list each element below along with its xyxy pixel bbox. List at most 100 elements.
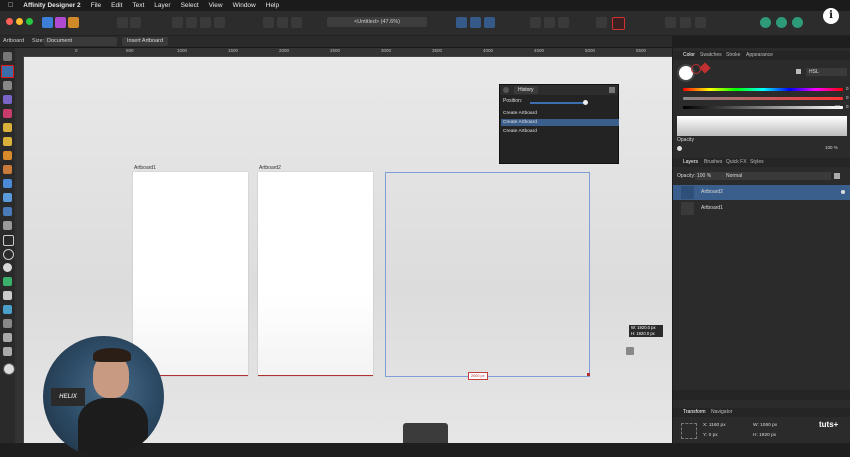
guides-icon[interactable]: [214, 17, 225, 28]
lightness-value[interactable]: 0: [846, 104, 849, 109]
apple-icon[interactable]: : [8, 2, 13, 9]
move-tool-icon[interactable]: [3, 52, 12, 61]
tab-quick-fx[interactable]: Quick FX: [726, 159, 747, 165]
layer-row-selected[interactable]: Artboard2: [673, 185, 850, 200]
geometry-icon[interactable]: [612, 17, 625, 30]
close-window-icon[interactable]: [6, 18, 13, 25]
opacity-slider-knob[interactable]: [677, 146, 682, 151]
crop-tool-icon[interactable]: [3, 221, 12, 230]
size-dropdown[interactable]: Document: [44, 37, 117, 46]
rectangle-tool-icon[interactable]: [3, 235, 14, 246]
tab-layers[interactable]: Layers: [683, 159, 698, 165]
designer-persona-icon[interactable]: [42, 17, 53, 28]
tab-appearance[interactable]: Appearance: [746, 52, 773, 58]
transform-w[interactable]: W: 1060 px: [753, 423, 777, 428]
artboard-tool-icon[interactable]: [1, 65, 14, 78]
arrange-icon[interactable]: [596, 17, 607, 28]
export-persona-icon[interactable]: [68, 17, 79, 28]
insert-artboard-button[interactable]: Insert Artboard: [122, 37, 168, 46]
snapping-icon[interactable]: [130, 17, 141, 28]
saturation-value[interactable]: 0: [846, 95, 849, 100]
history-item-selected[interactable]: Create Artboard: [501, 119, 619, 126]
history-item[interactable]: Create Artboard: [501, 128, 619, 135]
tab-brushes[interactable]: Brushes: [704, 159, 722, 165]
gradient-tool-icon[interactable]: [3, 193, 12, 202]
hue-slider[interactable]: [683, 88, 843, 91]
boolean-subtract-icon[interactable]: [544, 17, 555, 28]
grid-icon[interactable]: [200, 17, 211, 28]
lightness-slider[interactable]: [683, 106, 843, 109]
history-position-slider[interactable]: [530, 102, 586, 104]
corner-tool-icon[interactable]: [3, 109, 12, 118]
boolean-add-icon[interactable]: [530, 17, 541, 28]
menu-layer[interactable]: Layer: [154, 2, 170, 9]
snapping-options-icon[interactable]: [776, 17, 787, 28]
panel-menu-icon[interactable]: [609, 87, 615, 93]
align-icon[interactable]: [172, 17, 183, 28]
settings-icon[interactable]: [117, 17, 128, 28]
flip-horizontal-icon[interactable]: [665, 17, 676, 28]
ellipse-tool-icon[interactable]: [3, 249, 14, 260]
bottom-center-button[interactable]: [403, 423, 448, 443]
color-mode-dropdown[interactable]: HSL: [806, 68, 847, 76]
artboard2[interactable]: [258, 172, 373, 376]
menu-edit[interactable]: Edit: [111, 2, 122, 9]
menu-view[interactable]: View: [209, 2, 223, 9]
paint-brush-tool-icon[interactable]: [3, 165, 12, 174]
document-title-tab[interactable]: <Untitled> (47.6%): [327, 17, 427, 27]
transform-y-value[interactable]: 0 px: [709, 433, 718, 438]
transform-w-value[interactable]: 1060 px: [760, 423, 777, 428]
menu-app-name[interactable]: Affinity Designer 2: [23, 2, 80, 9]
history-item[interactable]: Create Artboard: [501, 110, 619, 117]
artboard1[interactable]: [133, 172, 248, 376]
layer-row[interactable]: Artboard1: [673, 201, 850, 216]
transform-y[interactable]: Y: 0 px: [703, 433, 718, 438]
menu-text[interactable]: Text: [132, 2, 144, 9]
anchor-selector-icon[interactable]: [681, 423, 697, 439]
blend-mode-dropdown[interactable]: Normal: [723, 172, 831, 180]
transform-x-value[interactable]: 1160 px: [709, 423, 726, 428]
tab-color[interactable]: Color: [683, 52, 695, 58]
minimize-window-icon[interactable]: [16, 18, 23, 25]
pixel-persona-icon[interactable]: [55, 17, 66, 28]
transform-h[interactable]: H: 1920 px: [753, 433, 776, 438]
insertion-inside-icon[interactable]: [484, 17, 495, 28]
opacity-value[interactable]: 100 %: [825, 145, 838, 150]
tab-styles[interactable]: Styles: [750, 159, 764, 165]
maximize-window-icon[interactable]: [26, 18, 33, 25]
flip-vertical-icon[interactable]: [680, 17, 691, 28]
tab-stroke[interactable]: Stroke: [726, 52, 740, 58]
view-mode-icon[interactable]: [263, 17, 274, 28]
layer-settings-icon[interactable]: [834, 173, 840, 179]
outline-view-icon[interactable]: [277, 17, 288, 28]
layers-opacity-field[interactable]: 100 %: [695, 172, 723, 180]
menu-file[interactable]: File: [91, 2, 101, 9]
eyedropper-tool-icon[interactable]: [3, 305, 12, 314]
alpha-value[interactable]: 72: [835, 104, 840, 109]
history-slider-knob[interactable]: [583, 100, 588, 105]
resize-handle[interactable]: [587, 373, 590, 376]
tab-navigator[interactable]: Navigator: [711, 409, 732, 415]
fill-tool-icon[interactable]: [3, 179, 12, 188]
preferences-icon[interactable]: [792, 17, 803, 28]
info-icon[interactable]: i: [823, 8, 839, 24]
history-tab[interactable]: History: [514, 86, 538, 94]
color-picker-icon[interactable]: [699, 62, 711, 74]
pixel-view-icon[interactable]: [291, 17, 302, 28]
insertion-back-icon[interactable]: [456, 17, 467, 28]
hue-value[interactable]: 0: [846, 86, 849, 91]
transform-icon[interactable]: [186, 17, 197, 28]
transform-h-value[interactable]: 1920 px: [759, 433, 776, 438]
lock-icon[interactable]: [796, 69, 801, 74]
boolean-intersect-icon[interactable]: [558, 17, 569, 28]
node-tool-icon[interactable]: [3, 81, 12, 90]
tab-swatches[interactable]: Swatches: [700, 52, 722, 58]
text-tool-icon[interactable]: [3, 291, 12, 300]
rotate-icon[interactable]: [695, 17, 706, 28]
transparency-tool-icon[interactable]: [3, 207, 12, 216]
panel-close-icon[interactable]: [503, 87, 509, 93]
menu-window[interactable]: Window: [233, 2, 256, 9]
zoom-tool-icon[interactable]: [3, 333, 12, 342]
pen-tool-icon[interactable]: [3, 123, 12, 132]
menu-help[interactable]: Help: [266, 2, 279, 9]
